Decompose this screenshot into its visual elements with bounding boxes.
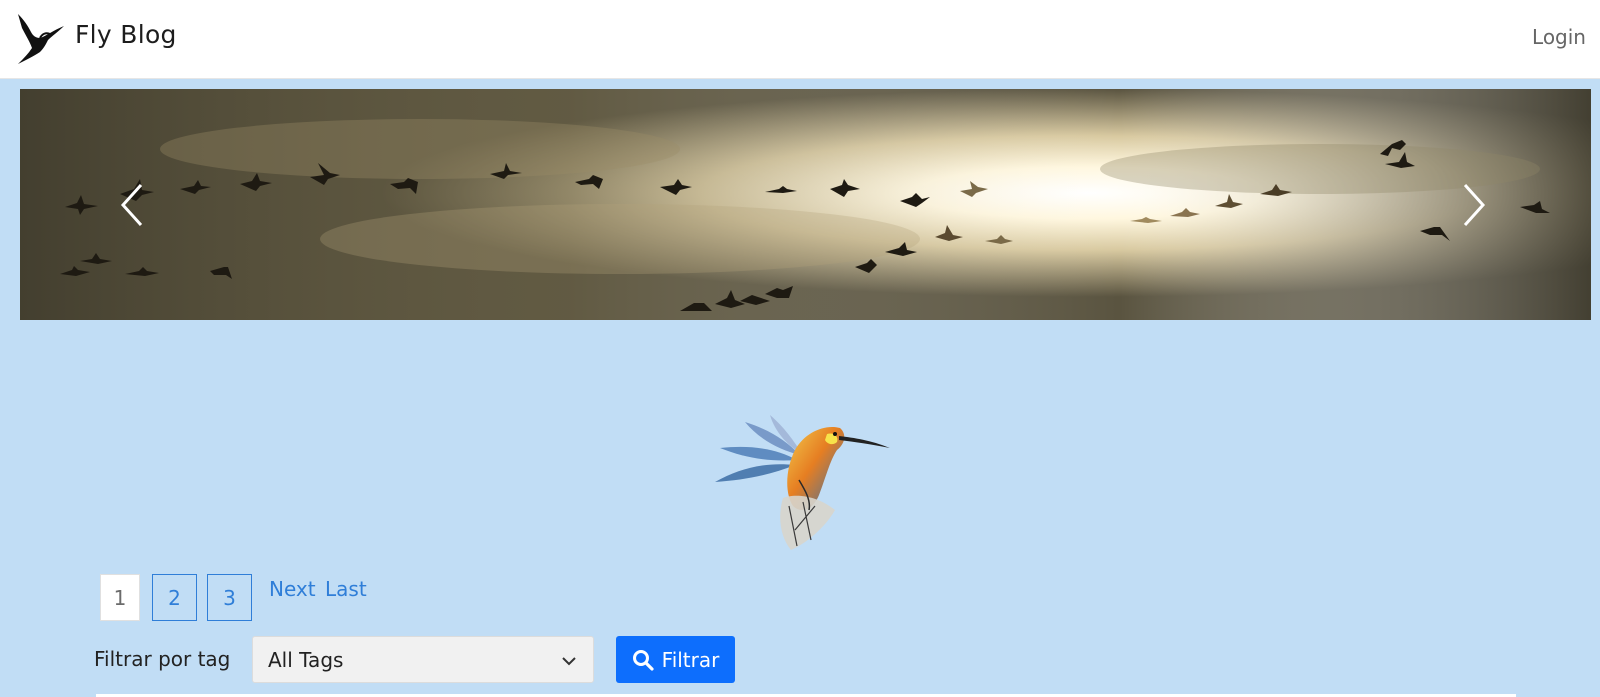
navbar: Fly Blog Login xyxy=(0,0,1600,79)
pagination-page-2[interactable]: 2 xyxy=(152,574,197,621)
filter-by-tag-label: Filtrar por tag xyxy=(94,647,231,671)
tag-select[interactable]: All Tags xyxy=(252,636,594,683)
hummingbird-illustration xyxy=(715,415,890,550)
chevron-left-icon xyxy=(120,183,143,227)
chevron-right-icon xyxy=(1463,183,1486,227)
pagination-page-1[interactable]: 1 xyxy=(100,574,140,621)
hummingbird-logo-icon[interactable] xyxy=(16,12,66,64)
carousel-next-control[interactable] xyxy=(1453,177,1493,233)
pagination-next-link[interactable]: Next xyxy=(269,577,316,601)
carousel-prev-control[interactable] xyxy=(115,177,155,233)
pagination-last-link[interactable]: Last xyxy=(325,577,367,601)
carousel-image-flying-geese xyxy=(20,89,1591,320)
login-link[interactable]: Login xyxy=(1532,25,1586,49)
pagination-page-3[interactable]: 3 xyxy=(207,574,252,621)
chevron-down-icon xyxy=(562,657,576,666)
hero-carousel xyxy=(20,89,1591,320)
brand-name[interactable]: Fly Blog xyxy=(75,20,177,49)
filter-button-label: Filtrar xyxy=(661,647,720,672)
search-icon xyxy=(632,649,654,671)
tag-select-value: All Tags xyxy=(268,648,344,672)
filter-button[interactable]: Filtrar xyxy=(616,636,735,683)
